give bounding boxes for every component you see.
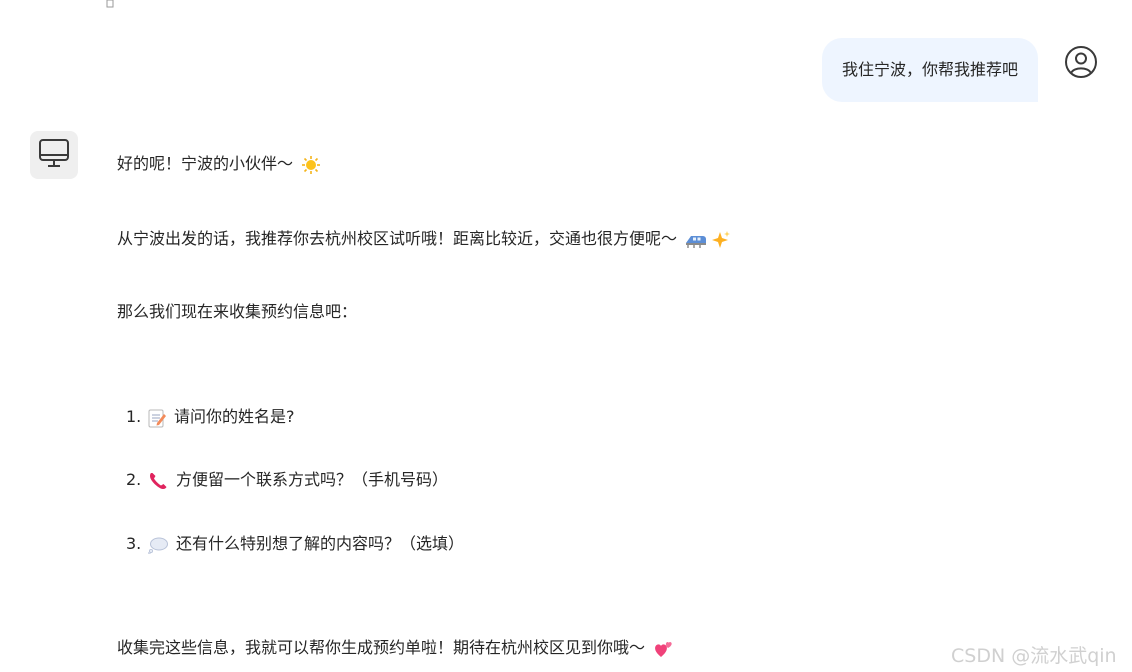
list-item: 1. 请问你的姓名是? xyxy=(126,407,295,428)
list-item: 3. 还有什么特别想了解的内容吗？（选填） xyxy=(126,534,464,554)
question-text: 还有什么特别想了解的内容吗？（选填） xyxy=(176,534,465,553)
question-text: 请问你的姓名是? xyxy=(174,407,295,426)
speech-balloon-icon xyxy=(148,536,168,554)
sparkles-icon xyxy=(711,230,731,250)
greeting-text: 好的呢！宁波的小伙伴～ xyxy=(117,154,294,173)
assistant-closing: 收集完这些信息，我就可以帮你生成预约单啦！期待在杭州校区见到你哦～ xyxy=(117,638,673,659)
recommendation-text: 从宁波出发的话，我推荐你去杭州校区试听哦！距离比较近，交通也很方便呢～ xyxy=(117,229,678,248)
high-speed-train-icon xyxy=(685,231,707,249)
user-avatar-icon xyxy=(1064,45,1098,79)
assistant-greeting: 好的呢！宁波的小伙伴～ xyxy=(117,154,321,175)
list-item: 2. 方便留一个联系方式吗？（手机号码） xyxy=(126,470,448,491)
question-text: 方便留一个联系方式吗？（手机号码） xyxy=(176,470,449,489)
list-number: 3. xyxy=(126,534,142,553)
assistant-intro: 那么我们现在来收集预约信息吧： xyxy=(117,302,357,322)
list-number: 2. xyxy=(126,470,142,489)
telephone-icon xyxy=(148,471,168,491)
copy-icon[interactable] xyxy=(106,0,116,8)
user-message-text: 我住宁波，你帮我推荐吧 xyxy=(841,60,1018,79)
user-message-bubble: 我住宁波，你帮我推荐吧 xyxy=(821,38,1038,102)
sun-icon xyxy=(301,155,321,175)
memo-icon xyxy=(148,408,166,428)
two-hearts-icon xyxy=(653,639,673,659)
list-number: 1. xyxy=(126,407,142,426)
computer-monitor-icon xyxy=(38,137,70,173)
closing-text: 收集完这些信息，我就可以帮你生成预约单啦！期待在杭州校区见到你哦～ xyxy=(117,638,646,657)
intro-text: 那么我们现在来收集预约信息吧： xyxy=(117,302,358,321)
assistant-avatar xyxy=(30,131,78,179)
assistant-recommendation: 从宁波出发的话，我推荐你去杭州校区试听哦！距离比较近，交通也很方便呢～ xyxy=(117,229,731,250)
watermark: CSDN @流水武qin xyxy=(951,645,1117,667)
